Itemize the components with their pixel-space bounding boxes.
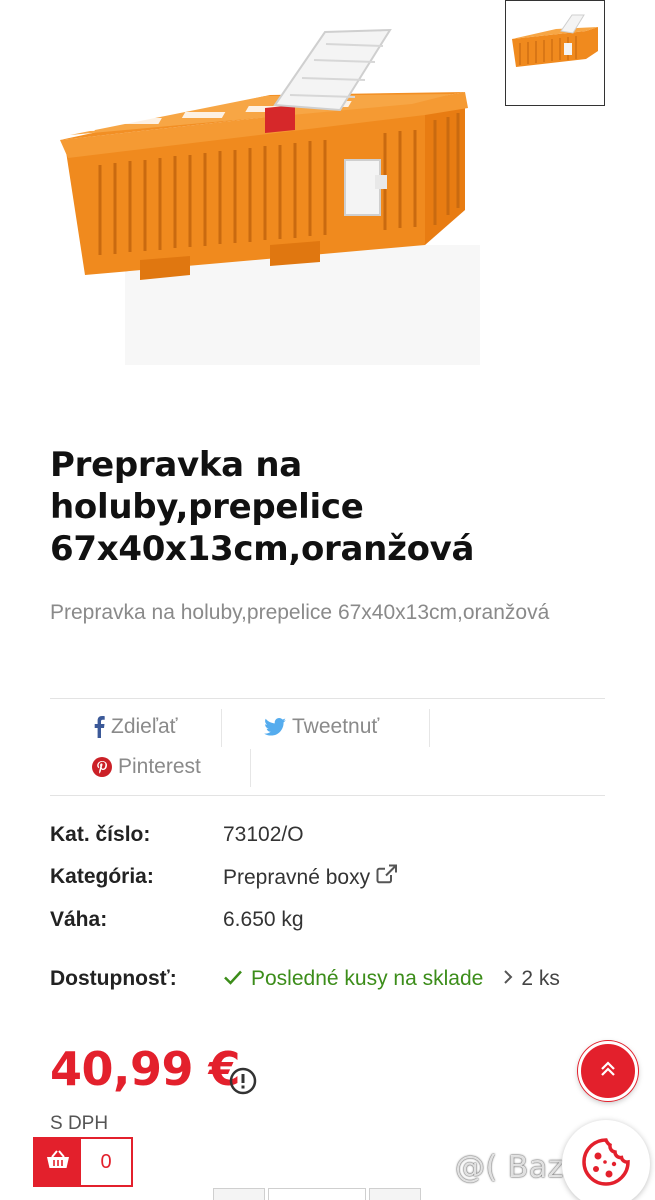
share-divider [250,749,251,787]
facebook-icon [92,716,105,738]
cookie-icon [580,1136,632,1193]
facebook-share-label: Zdieľať [111,715,178,738]
basket-icon [46,1149,70,1175]
facebook-share-button[interactable]: Zdieľať [92,715,178,739]
code-label: Kat. číslo: [50,823,151,846]
twitter-share-button[interactable]: Tweetnuť [264,715,379,739]
availability-label: Dostupnosť: [50,967,177,990]
product-title: Prepravka na holuby,prepelice 67x40x13cm… [50,445,475,569]
cart-button[interactable]: 0 [33,1137,133,1187]
pinterest-share-button[interactable]: Pinterest [92,755,201,779]
scroll-to-top-button[interactable] [578,1041,638,1101]
availability-value: Posledné kusy na sklade 2 ks [223,966,560,992]
pinterest-icon [92,757,112,777]
double-chevron-up-icon [599,1060,617,1083]
category-label: Kategória: [50,865,154,888]
vat-note: S DPH [50,1113,109,1134]
twitter-share-label: Tweetnuť [292,715,380,738]
category-link[interactable]: Prepravné boxy [223,864,398,891]
twitter-icon [264,718,286,736]
cart-count: 0 [100,1150,112,1173]
quantity-decrease-button[interactable] [213,1188,265,1200]
quantity-input[interactable] [268,1188,366,1200]
share-buttons: Zdieľať Tweetnuť Pinterest [50,698,605,796]
availability-status: Posledné kusy na sklade [223,966,483,992]
info-icon[interactable] [229,1067,257,1100]
product-short-description: Prepravka na holuby,prepelice 67x40x13cm… [50,601,550,624]
basket-icon-box [35,1139,81,1185]
category-value: Prepravné boxy [223,865,371,889]
pinterest-share-label: Pinterest [118,755,201,778]
product-thumbnail[interactable] [505,0,605,106]
weight-value: 6.650 kg [223,908,304,931]
product-gallery [0,0,655,400]
availability-quantity: 2 ks [503,966,560,992]
availability-text: Posledné kusy na sklade [251,967,484,990]
quantity-increase-button[interactable] [369,1188,421,1200]
external-link-icon [376,864,398,891]
share-divider [221,709,222,747]
product-image[interactable] [40,0,490,380]
code-value: 73102/O [223,823,304,846]
share-divider [429,709,430,747]
stock-count: 2 ks [521,967,560,990]
cookie-settings-button[interactable] [562,1120,650,1200]
check-icon [223,966,243,992]
product-price: 40,99 € [50,1042,241,1096]
chevron-right-icon [503,966,513,992]
weight-label: Váha: [50,908,108,931]
